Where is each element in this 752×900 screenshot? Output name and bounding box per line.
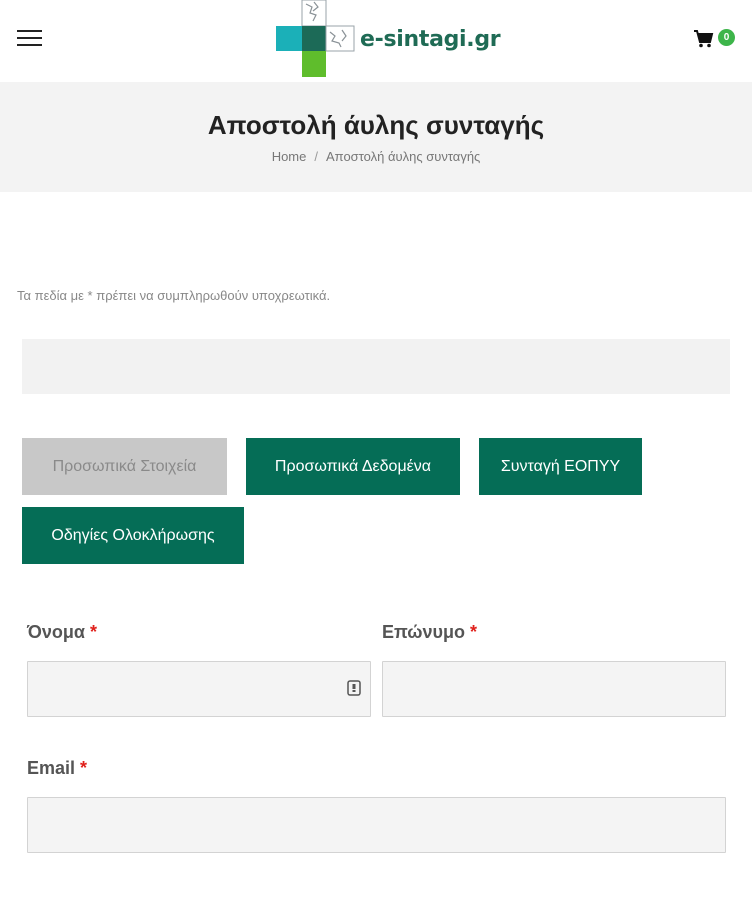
- page-title: Αποστολή άυλης συνταγής: [207, 110, 545, 140]
- cart-button[interactable]: 0: [694, 29, 739, 49]
- logo-text: e-sintagi.gr: [360, 27, 501, 52]
- autofill-key-icon[interactable]: [347, 680, 361, 696]
- cart-count-badge: 0: [718, 29, 735, 46]
- email-field[interactable]: [27, 797, 726, 853]
- required-fields-note: Τα πεδία με * πρέπει να συμπληρωθούν υπο…: [17, 288, 331, 303]
- cross-logo-icon: [276, 0, 355, 77]
- tab-completion-instructions[interactable]: Οδηγίες Ολοκλήρωσης: [22, 507, 244, 564]
- required-star: *: [80, 758, 88, 778]
- form-message-area: [22, 339, 730, 394]
- required-star: *: [89, 622, 97, 642]
- cart-icon: [694, 30, 714, 48]
- menu-icon[interactable]: [17, 28, 42, 48]
- email-label: Email *: [27, 758, 87, 779]
- breadcrumb-home-link[interactable]: Home: [272, 149, 307, 164]
- tab-personal-info[interactable]: Προσωπικά Στοιχεία: [22, 438, 227, 495]
- page-title-band: Αποστολή άυλης συνταγής Home / Αποστολή άυ…: [0, 82, 752, 192]
- breadcrumb: Home / Αποστολή άυλης συνταγής: [0, 149, 752, 164]
- site-logo[interactable]: e-sintagi.gr: [276, 0, 501, 78]
- tab-personal-data[interactable]: Προσωπικά Δεδομένα: [246, 438, 460, 495]
- last-name-label: Επώνυμο *: [382, 622, 477, 643]
- site-header: e-sintagi.gr 0: [0, 0, 752, 82]
- required-star: *: [470, 622, 478, 642]
- last-name-field[interactable]: [382, 661, 726, 717]
- tab-eopyy-prescription[interactable]: Συνταγή ΕΟΠΥΥ: [479, 438, 642, 495]
- email-label-text: Email: [27, 758, 76, 778]
- first-name-field[interactable]: [27, 661, 371, 717]
- breadcrumb-current: Αποστολή άυλης συνταγής: [326, 149, 481, 164]
- breadcrumb-separator: /: [314, 149, 318, 164]
- last-name-label-text: Επώνυμο: [382, 622, 465, 642]
- first-name-label-text: Όνομα: [27, 622, 85, 642]
- first-name-label: Όνομα *: [27, 622, 97, 643]
